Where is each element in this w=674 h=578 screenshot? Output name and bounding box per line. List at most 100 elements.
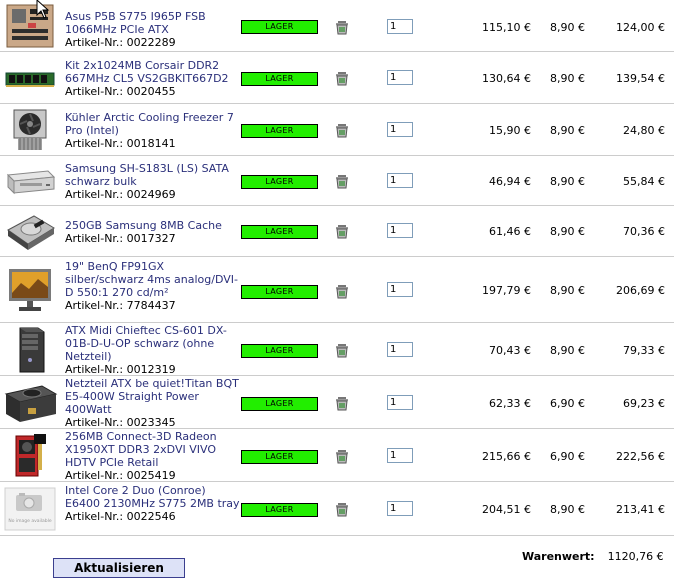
product-name-link[interactable]: Netzteil ATX be quiet!Titan BQT E5-400W … xyxy=(65,377,241,416)
dvd-drive-icon[interactable] xyxy=(2,158,58,204)
line-total: 55,84 € xyxy=(623,175,665,188)
product-name-link[interactable]: Kit 2x1024MB Corsair DDR2 667MHz CL5 VS2… xyxy=(65,59,241,85)
trash-icon[interactable] xyxy=(334,283,350,299)
product-name-link[interactable]: 250GB Samsung 8MB Cache xyxy=(65,219,241,232)
stock-status-badge: LAGER xyxy=(241,175,318,189)
table-row: Asus P5B S775 I965P FSB 1066MHz PCIe ATX… xyxy=(0,0,674,52)
line-total: 139,54 € xyxy=(616,72,665,85)
ram-icon[interactable] xyxy=(2,54,58,102)
trash-icon[interactable] xyxy=(334,223,350,239)
trash-icon[interactable] xyxy=(334,501,350,517)
line-total: 213,41 € xyxy=(616,503,665,516)
quantity-input[interactable] xyxy=(387,342,413,357)
stock-status-badge: LAGER xyxy=(241,503,318,517)
row-divider xyxy=(0,535,674,536)
shipping-cost: 8,90 € xyxy=(550,72,585,85)
article-number: Artikel-Nr.: 0024969 xyxy=(65,188,176,201)
line-total: 79,33 € xyxy=(623,344,665,357)
graphics-card-icon[interactable] xyxy=(2,431,58,480)
quantity-input[interactable] xyxy=(387,70,413,85)
article-number: Artikel-Nr.: 0022289 xyxy=(65,36,176,49)
stock-status-badge: LAGER xyxy=(241,397,318,411)
shipping-cost: 8,90 € xyxy=(550,284,585,297)
trash-icon[interactable] xyxy=(334,122,350,138)
hard-drive-icon[interactable] xyxy=(2,208,58,255)
unit-price: 204,51 € xyxy=(482,503,531,516)
trash-icon[interactable] xyxy=(334,19,350,35)
quantity-input[interactable] xyxy=(387,501,413,516)
shipping-cost: 8,90 € xyxy=(550,225,585,238)
shipping-cost: 8,90 € xyxy=(550,175,585,188)
article-number: Artikel-Nr.: 0018141 xyxy=(65,137,176,150)
shipping-cost: 6,90 € xyxy=(550,397,585,410)
pc-case-icon[interactable] xyxy=(2,325,58,374)
line-total: 206,69 € xyxy=(616,284,665,297)
stock-status-badge: LAGER xyxy=(241,344,318,358)
shipping-cost: 8,90 € xyxy=(550,503,585,516)
table-row: Kühler Arctic Cooling Freezer 7 Pro (Int… xyxy=(0,104,674,156)
cart-total-label: Warenwert: xyxy=(522,550,595,563)
stock-status-badge: LAGER xyxy=(241,72,318,86)
product-name-link[interactable]: 19" BenQ FP91GX silber/schwarz 4ms analo… xyxy=(65,260,241,299)
cart-total: Warenwert: 1120,76 € xyxy=(522,550,664,563)
table-row: 250GB Samsung 8MB Cache Artikel-Nr.: 001… xyxy=(0,206,674,257)
shipping-cost: 8,90 € xyxy=(550,344,585,357)
trash-icon[interactable] xyxy=(334,395,350,411)
unit-price: 61,46 € xyxy=(489,225,531,238)
power-supply-icon[interactable] xyxy=(2,378,58,427)
unit-price: 15,90 € xyxy=(489,124,531,137)
quantity-input[interactable] xyxy=(387,223,413,238)
cpu-cooler-icon[interactable] xyxy=(2,106,58,154)
line-total: 70,36 € xyxy=(623,225,665,238)
shipping-cost: 8,90 € xyxy=(550,124,585,137)
trash-icon[interactable] xyxy=(334,173,350,189)
line-total: 24,80 € xyxy=(623,124,665,137)
product-name-link[interactable]: ATX Midi Chieftec CS-601 DX-01B-D-U-OP s… xyxy=(65,324,241,363)
line-total: 69,23 € xyxy=(623,397,665,410)
unit-price: 115,10 € xyxy=(482,21,531,34)
table-row: Samsung SH-S183L (LS) SATA schwarz bulk … xyxy=(0,156,674,206)
quantity-input[interactable] xyxy=(387,19,413,34)
shipping-cost: 6,90 € xyxy=(550,450,585,463)
monitor-icon[interactable] xyxy=(2,261,58,319)
quantity-input[interactable] xyxy=(387,448,413,463)
product-name-link[interactable]: Intel Core 2 Duo (Conroe) E6400 2130MHz … xyxy=(65,484,241,510)
article-number: Artikel-Nr.: 0020455 xyxy=(65,85,176,98)
unit-price: 130,64 € xyxy=(482,72,531,85)
quantity-input[interactable] xyxy=(387,173,413,188)
unit-price: 46,94 € xyxy=(489,175,531,188)
table-row: 256MB Connect-3D Radeon X1950XT DDR3 2xD… xyxy=(0,429,674,482)
stock-status-badge: LAGER xyxy=(241,285,318,299)
table-row: ATX Midi Chieftec CS-601 DX-01B-D-U-OP s… xyxy=(0,323,674,376)
product-name-link[interactable]: Samsung SH-S183L (LS) SATA schwarz bulk xyxy=(65,162,241,188)
table-row: Netzteil ATX be quiet!Titan BQT E5-400W … xyxy=(0,376,674,429)
unit-price: 62,33 € xyxy=(489,397,531,410)
stock-status-badge: LAGER xyxy=(241,225,318,239)
trash-icon[interactable] xyxy=(334,342,350,358)
unit-price: 70,43 € xyxy=(489,344,531,357)
stock-status-badge: LAGER xyxy=(241,20,318,34)
shipping-cost: 8,90 € xyxy=(550,21,585,34)
table-row: Kit 2x1024MB Corsair DDR2 667MHz CL5 VS2… xyxy=(0,52,674,104)
quantity-input[interactable] xyxy=(387,122,413,137)
stock-status-badge: LAGER xyxy=(241,124,318,138)
trash-icon[interactable] xyxy=(334,448,350,464)
line-total: 222,56 € xyxy=(616,450,665,463)
unit-price: 215,66 € xyxy=(482,450,531,463)
quantity-input[interactable] xyxy=(387,395,413,410)
article-number: Artikel-Nr.: 7784437 xyxy=(65,299,176,312)
no-image-icon[interactable]: No image available xyxy=(2,484,58,534)
product-name-link[interactable]: Kühler Arctic Cooling Freezer 7 Pro (Int… xyxy=(65,111,241,137)
line-total: 124,00 € xyxy=(616,21,665,34)
quantity-input[interactable] xyxy=(387,282,413,297)
update-cart-button[interactable]: Aktualisieren xyxy=(53,558,185,578)
cart-total-value: 1120,76 € xyxy=(607,550,664,563)
stock-status-badge: LAGER xyxy=(241,450,318,464)
no-image-text: No image available xyxy=(8,518,52,524)
article-number: Artikel-Nr.: 0017327 xyxy=(65,232,176,245)
trash-icon[interactable] xyxy=(334,70,350,86)
product-name-link[interactable]: 256MB Connect-3D Radeon X1950XT DDR3 2xD… xyxy=(65,430,241,469)
unit-price: 197,79 € xyxy=(482,284,531,297)
product-name-link[interactable]: Asus P5B S775 I965P FSB 1066MHz PCIe ATX xyxy=(65,10,241,36)
article-number: Artikel-Nr.: 0022546 xyxy=(65,510,176,523)
